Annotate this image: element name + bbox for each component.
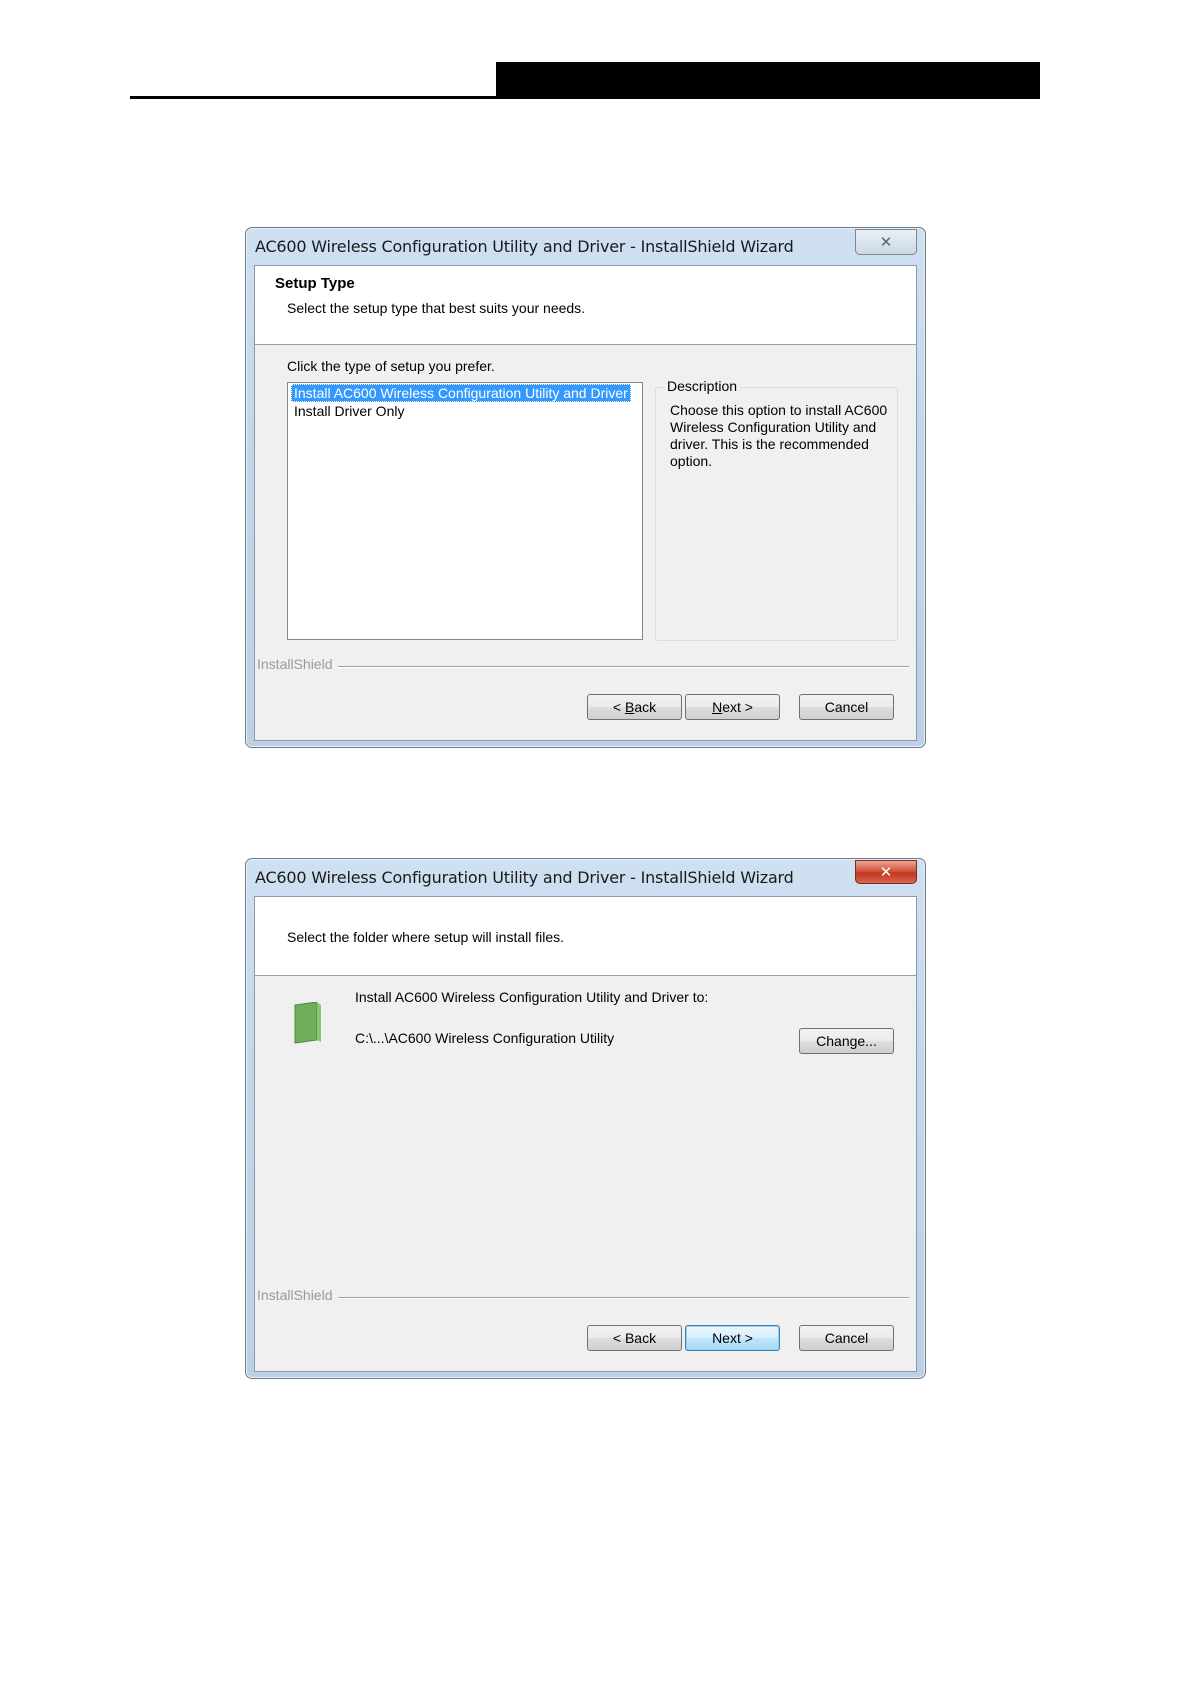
- list-item-full-install[interactable]: Install AC600 Wireless Configuration Uti…: [291, 384, 631, 402]
- installshield-brand: InstallShield: [257, 1287, 333, 1303]
- next-rest: ext >: [722, 699, 753, 715]
- back-rest: ack: [634, 699, 657, 715]
- page-header-bar: [496, 62, 1040, 99]
- description-text: Choose this option to install AC600 Wire…: [670, 402, 888, 469]
- folder-icon: [294, 1002, 321, 1044]
- install-to-label: Install AC600 Wireless Configuration Uti…: [355, 989, 709, 1005]
- setup-prompt: Click the type of setup you prefer.: [287, 358, 495, 374]
- back-button[interactable]: < Back: [587, 694, 682, 720]
- close-icon: ✕: [879, 863, 893, 881]
- next-button[interactable]: Next >: [685, 1325, 780, 1351]
- back-button[interactable]: < Back: [587, 1325, 682, 1351]
- install-path: C:\...\AC600 Wireless Configuration Util…: [355, 1030, 615, 1046]
- page-title: Setup Type: [275, 275, 355, 292]
- wizard-banner: Select the folder where setup will insta…: [255, 897, 916, 976]
- description-group: Description Choose this option to instal…: [655, 378, 898, 641]
- close-button[interactable]: ✕: [855, 229, 917, 255]
- back-accel: B: [624, 699, 635, 715]
- close-icon: ✕: [879, 233, 893, 251]
- cancel-button[interactable]: Cancel: [799, 694, 894, 720]
- wizard-body: Select the folder where setup will insta…: [254, 896, 917, 1372]
- wizard-body: Setup Type Select the setup type that be…: [254, 265, 917, 741]
- wizard-banner: Setup Type Select the setup type that be…: [255, 266, 916, 345]
- destination-folder-dialog: AC600 Wireless Configuration Utility and…: [245, 858, 926, 1379]
- window-title: AC600 Wireless Configuration Utility and…: [255, 237, 794, 256]
- page-subtitle: Select the folder where setup will insta…: [287, 929, 565, 945]
- next-button[interactable]: Next >: [685, 694, 780, 720]
- change-button[interactable]: Change...: [799, 1028, 894, 1054]
- page-header-rule: [130, 96, 1040, 99]
- cancel-button[interactable]: Cancel: [799, 1325, 894, 1351]
- list-item-driver-only[interactable]: Install Driver Only: [291, 402, 407, 420]
- page-subtitle: Select the setup type that best suits yo…: [287, 300, 586, 316]
- description-label: Description: [664, 378, 741, 394]
- footer-divider: [338, 666, 909, 668]
- back-prefix: <: [612, 699, 625, 715]
- setup-type-dialog: AC600 Wireless Configuration Utility and…: [245, 227, 926, 748]
- close-button[interactable]: ✕: [855, 860, 917, 884]
- footer-divider: [338, 1297, 909, 1299]
- setup-type-list[interactable]: Install AC600 Wireless Configuration Uti…: [287, 382, 643, 640]
- next-accel: N: [712, 699, 723, 715]
- window-title: AC600 Wireless Configuration Utility and…: [255, 868, 794, 887]
- installshield-brand: InstallShield: [257, 656, 333, 672]
